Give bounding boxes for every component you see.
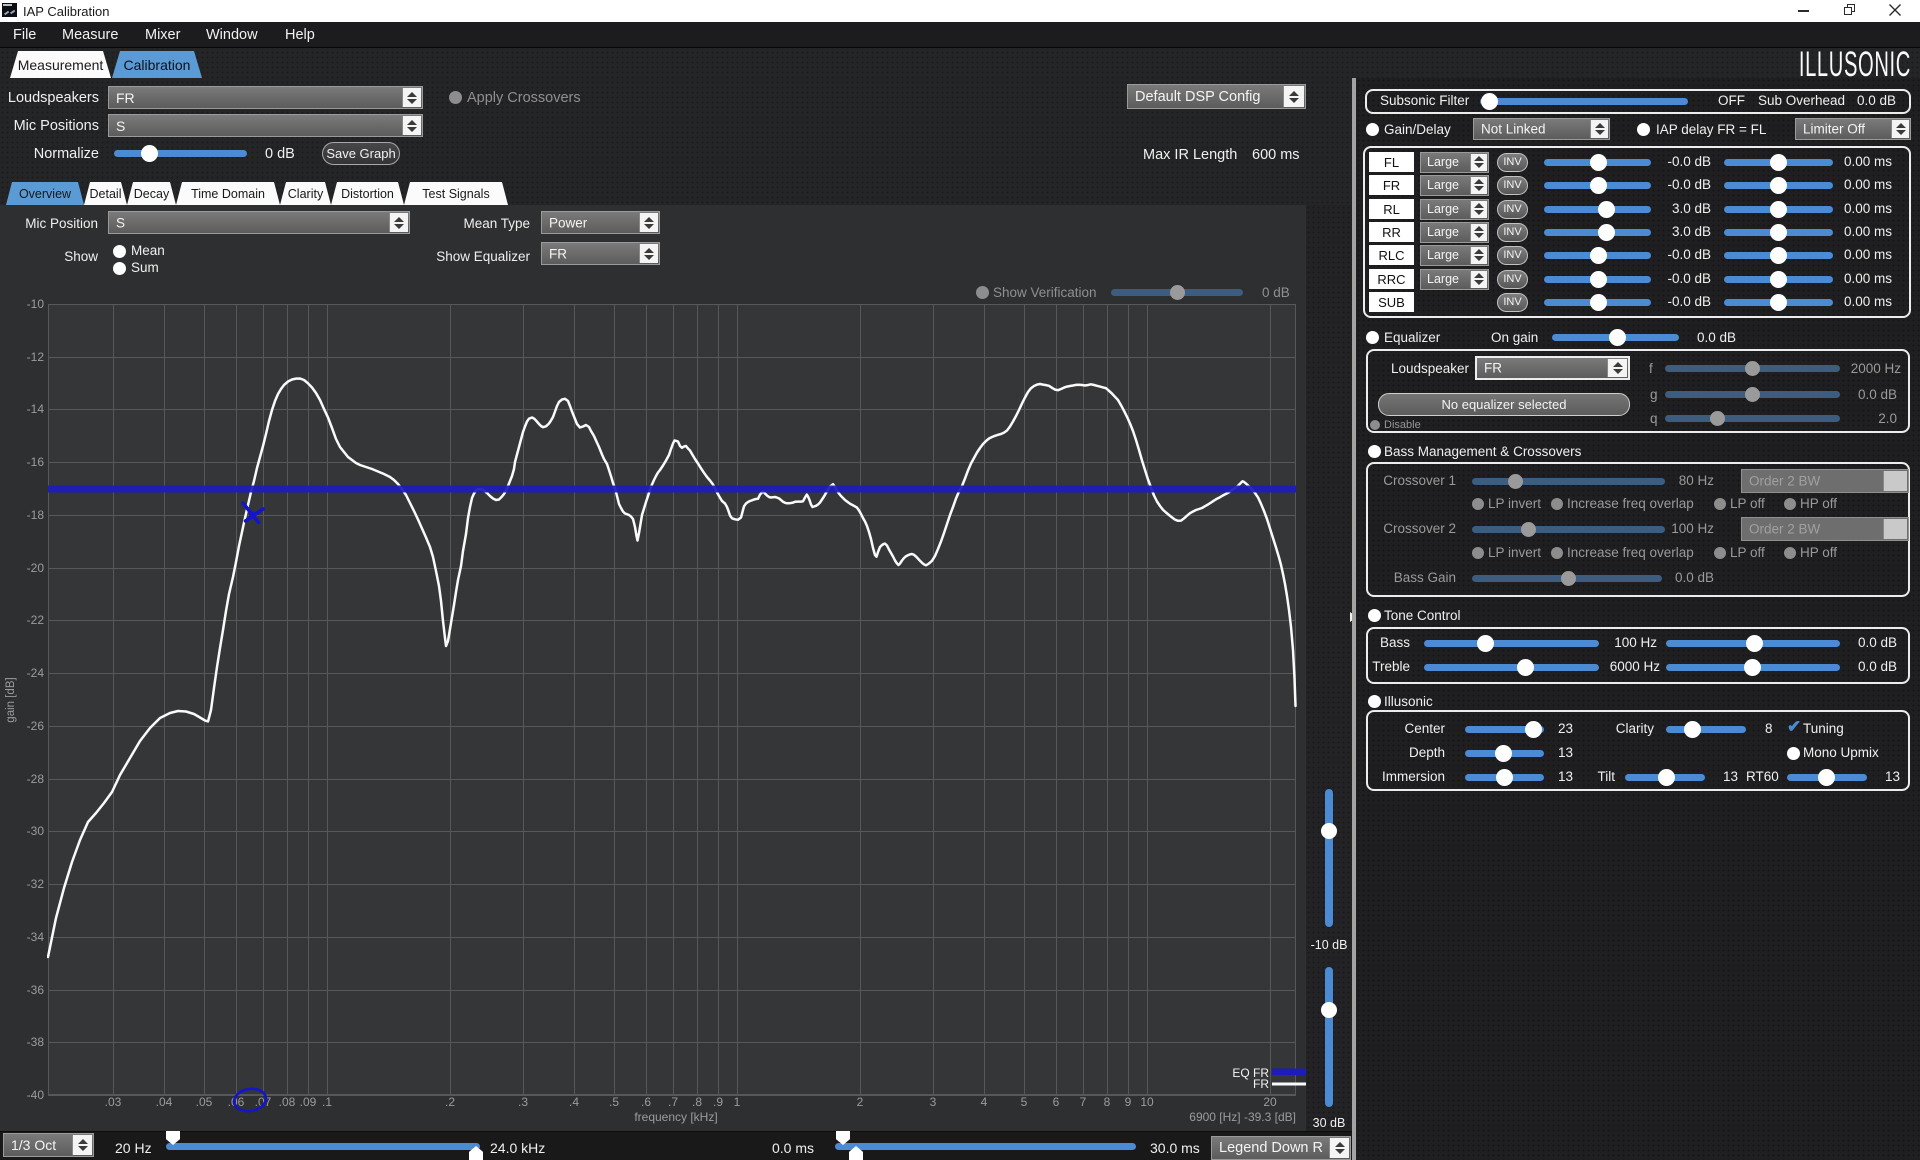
svg-text:.04: .04 [156, 1095, 173, 1109]
svg-text:FR: FR [1253, 1077, 1269, 1091]
svg-text:2: 2 [857, 1095, 864, 1109]
svg-text:-24: -24 [27, 666, 45, 680]
svg-text:.8: .8 [692, 1095, 702, 1109]
svg-text:.05: .05 [196, 1095, 213, 1109]
svg-text:.2: .2 [445, 1095, 455, 1109]
svg-text:-16: -16 [27, 455, 45, 469]
svg-text:-10: -10 [27, 297, 45, 311]
svg-text:7: 7 [1080, 1095, 1087, 1109]
svg-text:.3: .3 [518, 1095, 528, 1109]
svg-text:8: 8 [1104, 1095, 1111, 1109]
svg-text:-12: -12 [27, 350, 45, 364]
svg-text:5: 5 [1021, 1095, 1028, 1109]
svg-text:-32: -32 [27, 877, 45, 891]
svg-text:.03: .03 [105, 1095, 122, 1109]
svg-text:1: 1 [734, 1095, 741, 1109]
svg-text:.9: .9 [713, 1095, 723, 1109]
svg-text:6900 [Hz] -39.3 [dB]: 6900 [Hz] -39.3 [dB] [1189, 1110, 1296, 1124]
svg-text:frequency [kHz]: frequency [kHz] [634, 1110, 717, 1124]
svg-text:-28: -28 [27, 772, 45, 786]
svg-text:.6: .6 [641, 1095, 651, 1109]
svg-text:-18: -18 [27, 508, 45, 522]
svg-text:-38: -38 [27, 1035, 45, 1049]
svg-text:6: 6 [1053, 1095, 1060, 1109]
svg-text:.08: .08 [279, 1095, 296, 1109]
svg-text:.09: .09 [300, 1095, 317, 1109]
svg-text:.4: .4 [569, 1095, 579, 1109]
svg-text:.7: .7 [668, 1095, 678, 1109]
svg-text:9: 9 [1125, 1095, 1132, 1109]
svg-text:-20: -20 [27, 561, 45, 575]
svg-text:-40: -40 [27, 1088, 45, 1102]
svg-text:-14: -14 [27, 402, 45, 416]
svg-text:.1: .1 [322, 1095, 332, 1109]
svg-text:10: 10 [1140, 1095, 1154, 1109]
svg-text:.5: .5 [609, 1095, 619, 1109]
svg-text:.07: .07 [255, 1095, 272, 1109]
svg-text:-30: -30 [27, 824, 45, 838]
svg-text:20: 20 [1263, 1095, 1277, 1109]
svg-text:gain [dB]: gain [dB] [5, 677, 17, 722]
svg-text:3: 3 [930, 1095, 937, 1109]
svg-text:-34: -34 [27, 930, 45, 944]
svg-text:4: 4 [981, 1095, 988, 1109]
svg-text:-36: -36 [27, 983, 45, 997]
svg-text:-22: -22 [27, 613, 45, 627]
svg-text:-26: -26 [27, 719, 45, 733]
